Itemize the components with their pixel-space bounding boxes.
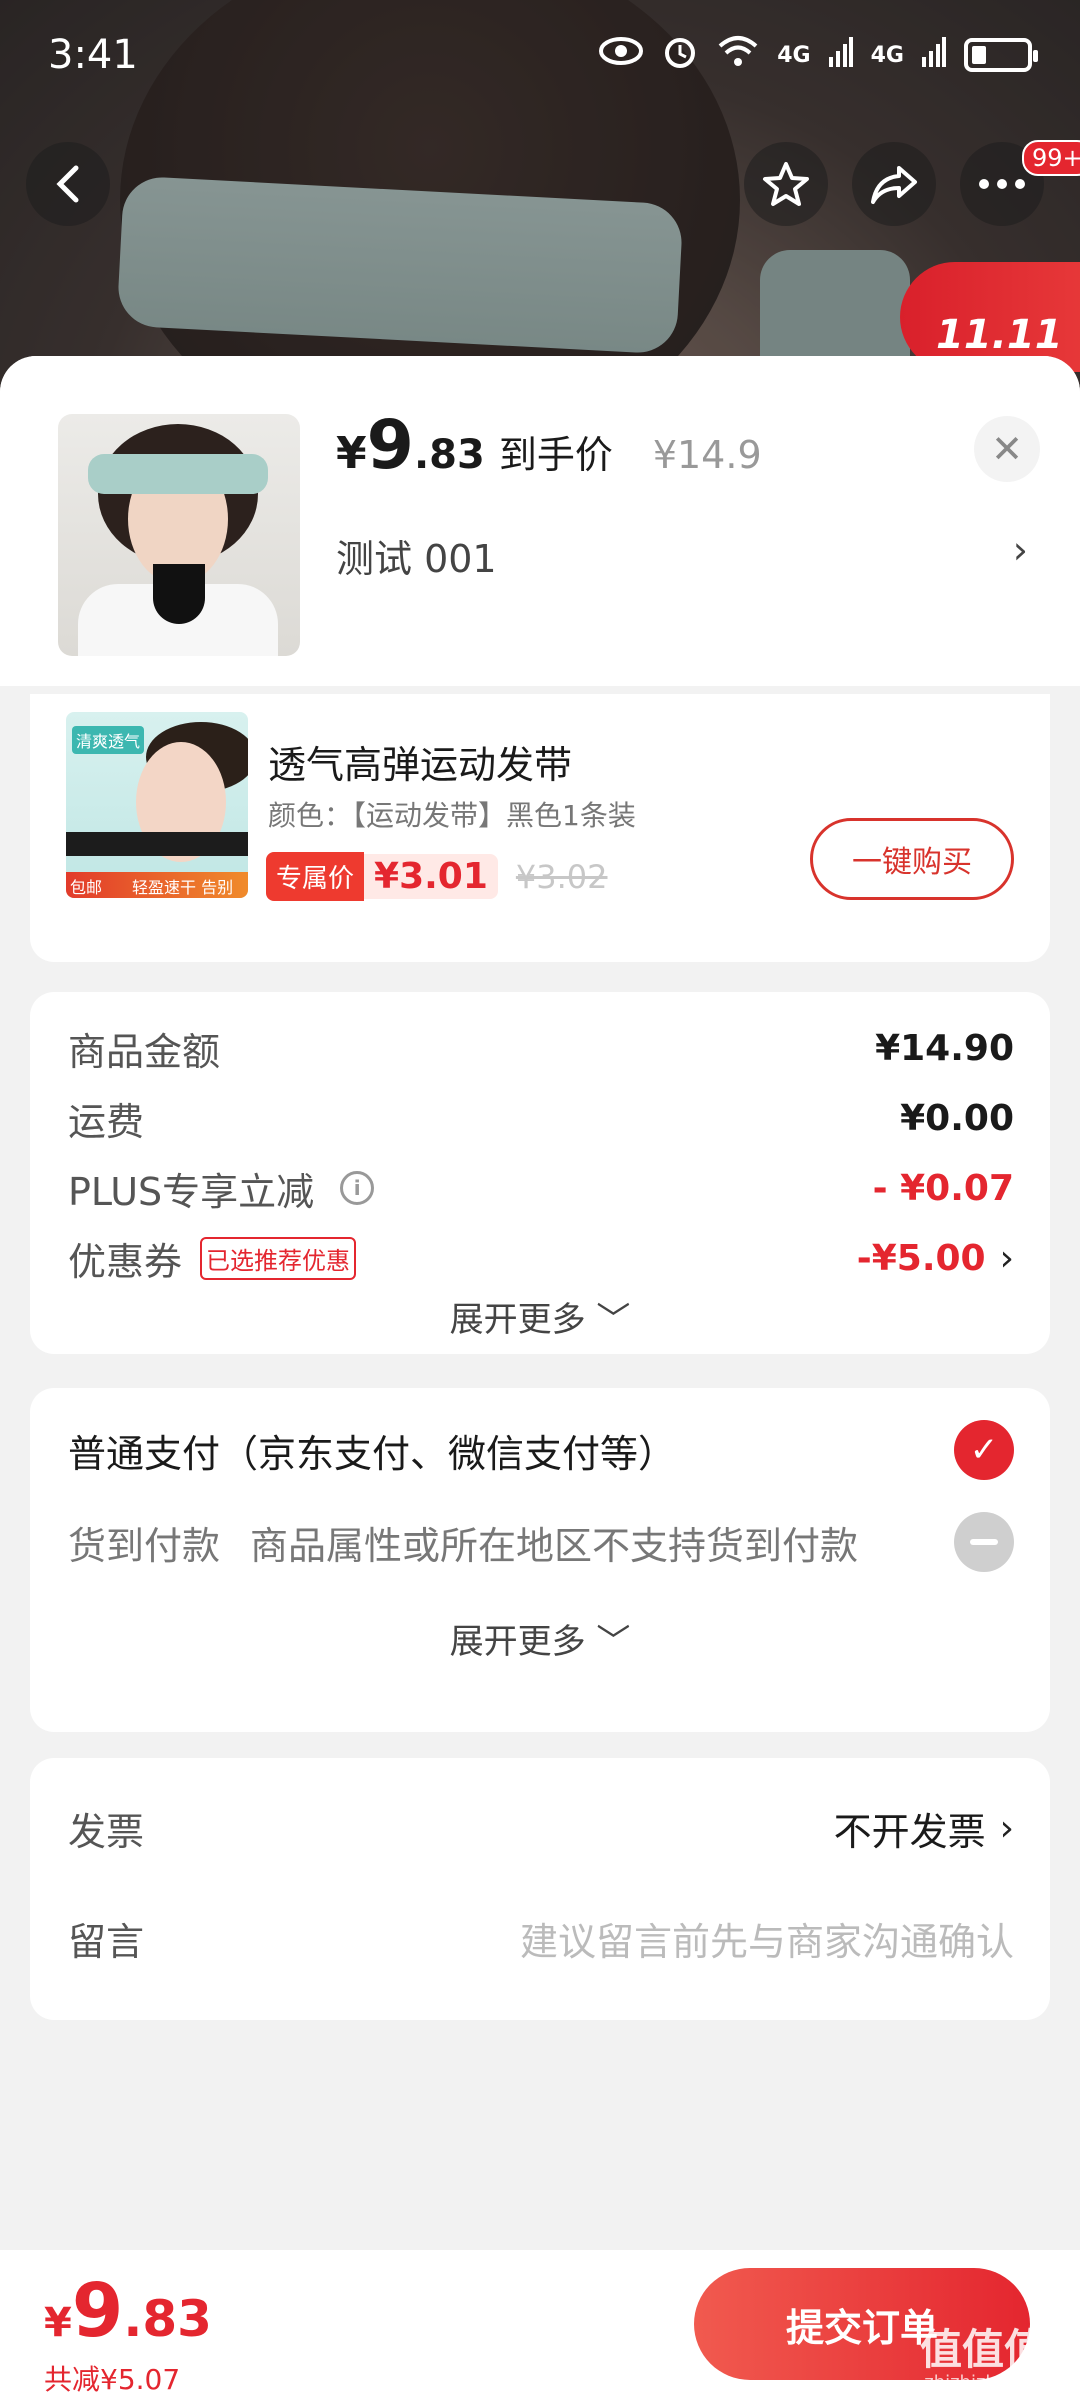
plus-discount-row: PLUS专享立减 i - ¥0.07 [68,1158,1014,1218]
status-time: 3:41 [48,32,138,78]
one-click-buy-button[interactable]: 一键购买 [810,818,1014,900]
disabled-icon [954,1512,1014,1572]
subtotal-label: 商品金额 [68,1029,221,1074]
invoice-label: 发票 [68,1809,145,1854]
invoice-row[interactable]: 发票 不开发票 › [68,1796,1014,1860]
upsell-thumb-text-left: 包邮 [70,878,103,897]
total-integer: 9 [71,2268,124,2354]
cod-payment-option: 货到付款 商品属性或所在地区不支持货到付款 [68,1510,1014,1574]
coupon-chip: 已选推荐优惠 [200,1236,357,1280]
watermark: 值值值 [919,2325,1046,2374]
chevron-right-icon[interactable]: › [1013,528,1028,572]
invoice-card: 发票 不开发票 › 留言 建议留言前先与商家沟通确认 [30,1758,1050,2020]
upsell-thumb-text-top: 清爽透气 [72,726,145,754]
coupon-label: 优惠券 [68,1239,183,1284]
shipping-value: ¥0.00 [900,1097,1014,1139]
info-icon[interactable]: i [340,1171,375,1205]
cod-label: 货到付款 [68,1523,221,1568]
price-integer: 9 [366,406,414,485]
note-row[interactable]: 留言 建议留言前先与商家沟通确认 [68,1906,1014,1970]
star-icon [763,162,809,206]
signal-bars-icon-1 [828,35,853,76]
normal-payment-option[interactable]: 普通支付（京东支付、微信支付等） ✓ [68,1418,1014,1482]
original-price: ¥14.9 [652,433,762,477]
exclusive-price-label: 专属价 [266,852,365,901]
upsell-thumb-text-right: 轻盈速干 告别黏腻 [132,878,234,897]
product-thumbnail[interactable] [58,414,300,656]
price-currency: ¥ [336,428,367,479]
share-icon [871,166,917,204]
shipping-row: 运费 ¥0.00 [68,1088,1014,1148]
order-sheet: ¥ 9 .83 到手价 ¥14.9 ✕ 测试 001 › 清爽透气 包邮 轻盈速… [0,356,1080,2400]
upsell-original-price: ¥3.02 [515,857,608,896]
chevron-right-icon: › [999,1237,1014,1279]
subtotal-value: ¥14.90 [875,1027,1014,1069]
share-button[interactable] [852,142,936,226]
cod-note: 商品属性或所在地区不支持货到付款 [250,1523,859,1568]
plus-discount-value: - ¥0.07 [872,1167,1014,1209]
coupon-value: -¥5.00 [856,1237,986,1279]
upsell-title[interactable]: 透气高弹运动发带 [268,734,572,789]
close-icon: ✕ [991,427,1023,471]
variant-selector[interactable]: 测试 001 [336,528,497,583]
checkout-bar: ¥ 9 .83 共减¥5.07 提交订单 [0,2250,1080,2400]
upsell-thumbnail[interactable]: 清爽透气 包邮 轻盈速干 告别黏腻 [66,712,248,898]
signal-bars-icon-2 [922,35,946,76]
thumb-band-shape [88,454,268,494]
alarm-icon [661,32,699,79]
back-button[interactable] [26,142,110,226]
status-bar: 3:41 4G 4G [0,0,1080,110]
price-label: 到手价 [498,433,613,477]
eye-icon [599,35,644,75]
normal-payment-label: 普通支付（京东支付、微信支付等） [68,1431,677,1476]
plus-discount-label: PLUS专享立减 [68,1169,315,1214]
price-decimal: .83 [413,432,485,478]
invoice-value: 不开发票 [833,1809,986,1854]
total-saved: 共减¥5.07 [44,2363,181,2396]
shipping-label: 运费 [68,1099,145,1144]
expand-more-button[interactable]: 展开更多 ﹀ [30,1292,1050,1341]
chevron-left-icon [56,165,79,203]
upsell-thumb-band-shape [66,832,248,856]
coupon-row[interactable]: 优惠券 已选推荐优惠 -¥5.00 › [68,1228,1014,1288]
total-price: ¥ 9 .83 [44,2268,212,2354]
check-icon[interactable]: ✓ [954,1420,1014,1480]
close-button[interactable]: ✕ [974,416,1040,482]
final-price: ¥ 9 .83 到手价 ¥14.9 [336,406,762,485]
total-decimal: .83 [123,2290,212,2348]
subtotal-row: 商品金额 ¥14.90 [68,1018,1014,1078]
battery-icon [964,38,1038,72]
expand-more-button[interactable]: 展开更多 ﹀ [30,1614,1050,1663]
wifi-icon [717,34,759,77]
price-breakdown-card: 商品金额 ¥14.90 运费 ¥0.00 PLUS专享立减 i - ¥0.07 … [30,992,1050,1354]
upsell-card: 清爽透气 包邮 轻盈速干 告别黏腻 透气高弹运动发带 颜色：【运动发带】黑色1条… [30,694,1050,962]
sheet-header: ¥ 9 .83 到手价 ¥14.9 ✕ 测试 001 › [0,356,1080,686]
signal-icon-1: 4G [777,42,811,68]
total-currency: ¥ [44,2300,72,2346]
more-badge: 99+ [1022,140,1080,176]
note-input[interactable]: 建议留言前先与商家沟通确认 [520,1911,1014,1966]
payment-card: 普通支付（京东支付、微信支付等） ✓ 货到付款 商品属性或所在地区不支持货到付款… [30,1388,1050,1732]
upsell-spec: 颜色：【运动发带】黑色1条装 [268,799,636,832]
thumb-neck-shape [153,564,205,624]
more-icon [979,179,1025,189]
upsell-price: ¥3.01 [364,854,498,899]
upsell-price-row: 专属价 ¥3.01 ¥3.02 [266,852,608,901]
signal-icon-2: 4G [870,42,904,68]
watermark-url: zhizhizhi.com [924,2372,1046,2393]
chevron-right-icon: › [999,1807,1014,1849]
status-icons: 4G 4G [599,32,1038,79]
note-label: 留言 [68,1919,145,1964]
favorite-button[interactable] [744,142,828,226]
